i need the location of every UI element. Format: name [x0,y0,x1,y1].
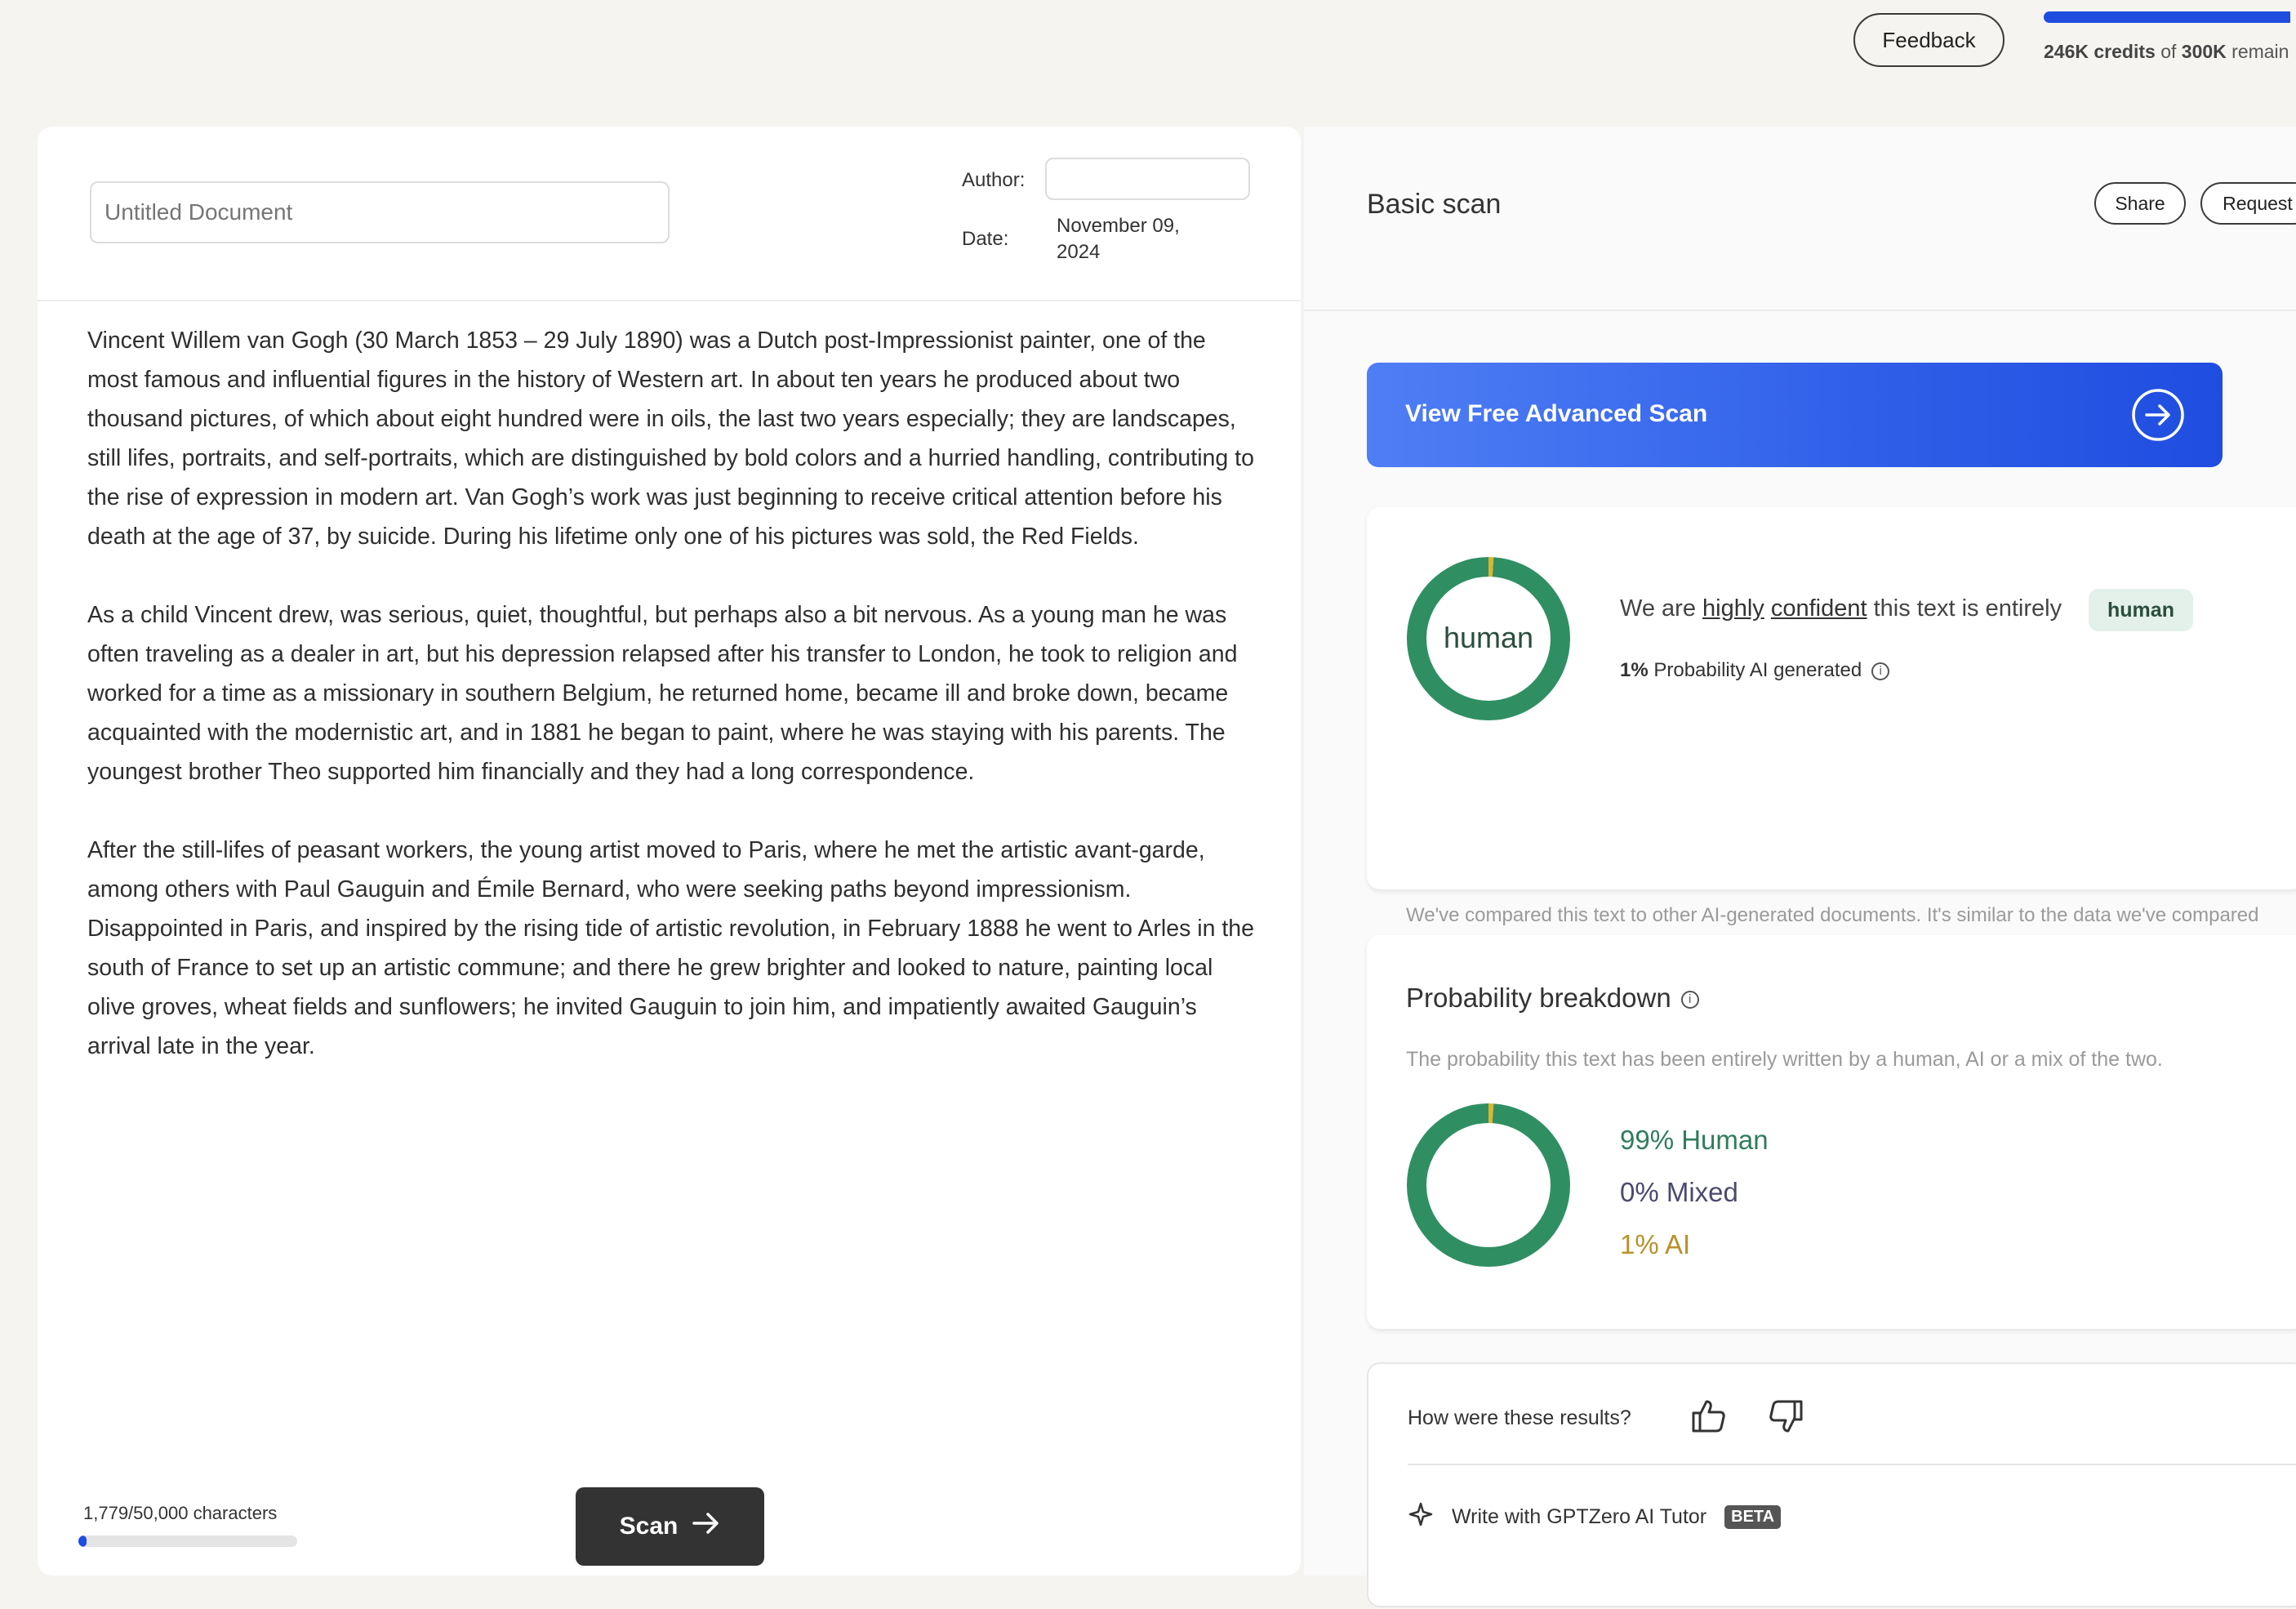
beta-badge: BETA [1724,1505,1782,1529]
feedback-divider [1408,1464,2296,1465]
character-count-track [78,1535,297,1547]
arrow-right-icon [692,1511,720,1542]
scan-button-label: Scan [619,1513,679,1540]
ai-percentage: 1% AI [1620,1229,1691,1259]
feedback-question: How were these results? [1408,1406,1631,1429]
credits-text: 246K credits of 300K remain [2044,41,2289,62]
advanced-scan-button[interactable]: View Free Advanced Scan [1367,363,2223,467]
mixed-percentage: 0% Mixed [1620,1177,1738,1207]
breakdown-description: The probability this text has been entir… [1406,1048,2163,1071]
results-feedback-card: How were these results? Write with GPTZe… [1367,1362,2296,1607]
request-button[interactable]: Request [2200,182,2296,225]
highly-link[interactable]: highly [1702,595,1764,622]
verdict-tag: human [2089,589,2193,631]
editor-divider [38,300,1301,301]
confidence-statement: We are highly confident this text is ent… [1620,595,2062,622]
advanced-scan-label: View Free Advanced Scan [1405,400,1708,427]
document-editor-panel: Author: Date: November 09, 2024 Vincent … [38,127,1301,1576]
thumbs-up-icon[interactable] [1689,1397,1728,1440]
breakdown-donut [1407,1103,1570,1267]
verdict-card: human We are highly confident this text … [1367,507,2296,959]
breakdown-title: Probability breakdown i [1406,983,1699,1014]
confident-link[interactable]: confident [1771,595,1867,622]
document-text-area[interactable]: Vincent Willem van Gogh (30 March 1853 –… [87,321,1259,1105]
ai-tutor-label: Write with GPTZero AI Tutor [1452,1505,1707,1528]
feedback-button[interactable]: Feedback [1853,13,2005,67]
author-input[interactable] [1045,158,1250,200]
circle-arrow-right-icon [2131,388,2185,446]
verdict-donut: human [1407,557,1570,720]
paragraph: After the still-lifes of peasant workers… [87,837,1254,1059]
date-label: Date: [962,228,1009,250]
credits-progress-bar [2044,11,2291,23]
results-title: Basic scan [1367,189,1502,220]
info-icon[interactable]: i [1680,991,1699,1010]
ai-tutor-link[interactable]: Write with GPTZero AI Tutor BETA [1408,1501,1782,1533]
ai-probability: 1% Probability AI generated i [1620,659,1890,682]
info-icon[interactable]: i [1871,662,1890,680]
verdict-donut-label: human [1444,621,1533,654]
breakdown-donut-human-segment [1407,1103,1570,1267]
document-title-input[interactable] [90,181,670,243]
paragraph: Vincent Willem van Gogh (30 March 1853 –… [87,328,1254,550]
share-button[interactable]: Share [2094,182,2186,225]
paragraph: As a child Vincent drew, was serious, qu… [87,602,1238,785]
probability-breakdown-card: Probability breakdown i The probability t… [1367,935,2296,1329]
human-percentage: 99% Human [1620,1125,1769,1155]
sparkle-icon [1408,1501,1434,1533]
results-divider [1304,310,2296,311]
character-count-fill [78,1535,87,1547]
date-value: November 09, 2024 [1057,215,1180,263]
author-label: Author: [962,169,1026,191]
scan-button[interactable]: Scan [576,1487,764,1566]
results-panel: Basic scan Share Request View Free Advan… [1304,127,2296,1607]
thumbs-down-icon[interactable] [1767,1397,1806,1440]
character-count: 1,779/50,000 characters [83,1503,278,1523]
